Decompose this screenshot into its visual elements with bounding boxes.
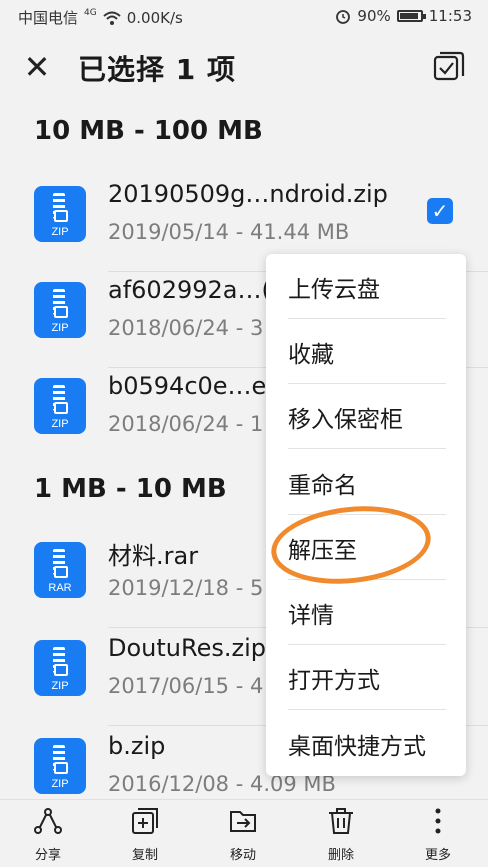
- wifi-icon: [103, 11, 121, 25]
- file-name: DoutuRes.zip: [108, 634, 266, 662]
- zip-file-icon: ZIP: [34, 640, 86, 696]
- file-meta: 2019/05/14 - 41.44 MB: [108, 220, 350, 244]
- copy-icon: [132, 808, 158, 834]
- carrier-label: 中国电信: [18, 9, 79, 27]
- file-name: b.zip: [108, 732, 166, 760]
- delete-icon: [329, 808, 353, 834]
- file-name: b0594c0e…e: [108, 372, 267, 400]
- copy-button[interactable]: 复制: [105, 806, 185, 864]
- close-icon[interactable]: ✕: [20, 50, 54, 84]
- file-meta: 2019/12/18 - 5: [108, 576, 264, 600]
- menu-item-details[interactable]: 详情: [266, 580, 466, 645]
- battery-icon: [396, 10, 426, 22]
- zip-file-icon: ZIP: [34, 186, 86, 242]
- delete-button[interactable]: 删除: [301, 806, 381, 864]
- clock: 11:53: [428, 7, 472, 25]
- more-icon: [435, 808, 441, 834]
- section-header: 10 MB - 100 MB: [34, 116, 263, 146]
- file-name: af602992a…(: [108, 276, 271, 304]
- network-type: 4G: [84, 7, 97, 18]
- share-button[interactable]: 分享: [8, 806, 88, 864]
- menu-item-upload-cloud[interactable]: 上传云盘: [266, 254, 466, 319]
- move-button[interactable]: 移动: [203, 806, 283, 864]
- share-icon: [34, 808, 62, 834]
- file-name: 材料.rar: [108, 542, 199, 570]
- file-name: 20190509g…ndroid.zip: [108, 180, 388, 208]
- menu-item-desktop-shortcut[interactable]: 桌面快捷方式: [266, 711, 466, 776]
- menu-item-favorite[interactable]: 收藏: [266, 319, 466, 384]
- battery-percent: 90%: [357, 7, 391, 25]
- menu-item-open-with[interactable]: 打开方式: [266, 645, 466, 710]
- file-meta: 2018/06/24 - 1: [108, 412, 264, 436]
- rar-file-icon: RAR: [34, 542, 86, 598]
- file-meta: 2017/06/15 - 4: [108, 674, 264, 698]
- more-button[interactable]: 更多: [398, 806, 478, 864]
- status-bar: 中国电信 4G 0.00K/s 90% 11:53: [0, 0, 488, 34]
- zip-file-icon: ZIP: [34, 738, 86, 794]
- menu-item-move-to-safe[interactable]: 移入保密柜: [266, 384, 466, 449]
- section-header: 1 MB - 10 MB: [34, 474, 227, 504]
- alarm-icon: [336, 10, 351, 24]
- page-title: 已选择 1 项: [78, 53, 236, 86]
- zip-file-icon: ZIP: [34, 378, 86, 434]
- selection-header: ✕ 已选择 1 项: [0, 34, 488, 100]
- zip-file-icon: ZIP: [34, 282, 86, 338]
- checkbox-checked[interactable]: ✓: [427, 198, 453, 224]
- file-meta: 2018/06/24 - 3: [108, 316, 264, 340]
- bottom-toolbar: 分享 复制 移动 删除 更多: [0, 799, 488, 867]
- select-all-icon[interactable]: [432, 50, 466, 84]
- network-speed: 0.00K/s: [126, 8, 183, 27]
- move-icon: [230, 811, 256, 832]
